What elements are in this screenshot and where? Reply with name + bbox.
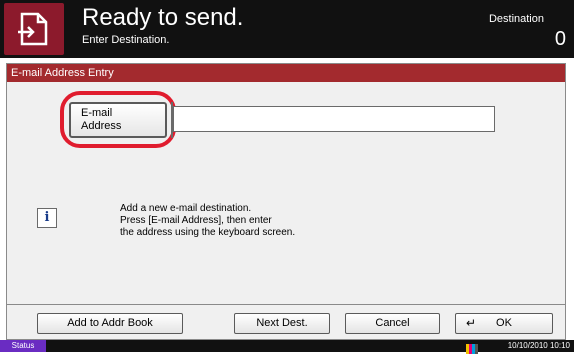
- info-line: the address using the keyboard screen.: [120, 227, 296, 238]
- enter-icon: ↵: [466, 316, 477, 330]
- header-bar: Ready to send. Enter Destination. Destin…: [0, 0, 574, 58]
- toner-black: [475, 344, 478, 354]
- ok-button[interactable]: ↵ OK: [455, 313, 553, 334]
- status-button[interactable]: Status: [0, 340, 46, 352]
- email-address-field[interactable]: [173, 106, 495, 132]
- send-screen: Ready to send. Enter Destination. Destin…: [0, 0, 574, 354]
- page-subtitle: Enter Destination.: [82, 34, 170, 46]
- divider: [7, 304, 565, 305]
- email-button-line1: E-mail: [81, 107, 113, 119]
- next-dest-button[interactable]: Next Dest.: [234, 313, 330, 334]
- destination-label: Destination: [488, 13, 544, 25]
- info-line: Press [E-mail Address], then enter: [120, 215, 272, 226]
- panel-title: E-mail Address Entry: [7, 64, 565, 82]
- ok-label: OK: [496, 317, 512, 329]
- status-bar: Status 10/10/2010 10:10: [0, 340, 574, 354]
- add-to-addr-book-button[interactable]: Add to Addr Book: [37, 313, 183, 334]
- info-line: Add a new e-mail destination.: [120, 203, 252, 214]
- info-message: Add a new e-mail destination. Press [E-m…: [120, 203, 295, 239]
- email-address-button[interactable]: E-mail Address: [69, 102, 167, 138]
- destination-count: 0: [554, 28, 566, 50]
- page-title: Ready to send.: [82, 4, 244, 31]
- email-button-line2: Address: [81, 120, 122, 132]
- cancel-button[interactable]: Cancel: [345, 313, 440, 334]
- status-datetime: 10/10/2010 10:10: [507, 341, 570, 350]
- send-document-icon: [4, 3, 64, 55]
- email-entry-panel: E-mail Address Entry E-mail Address i Ad…: [6, 63, 566, 340]
- toner-level-icon: [466, 341, 480, 354]
- info-icon: i: [37, 208, 57, 228]
